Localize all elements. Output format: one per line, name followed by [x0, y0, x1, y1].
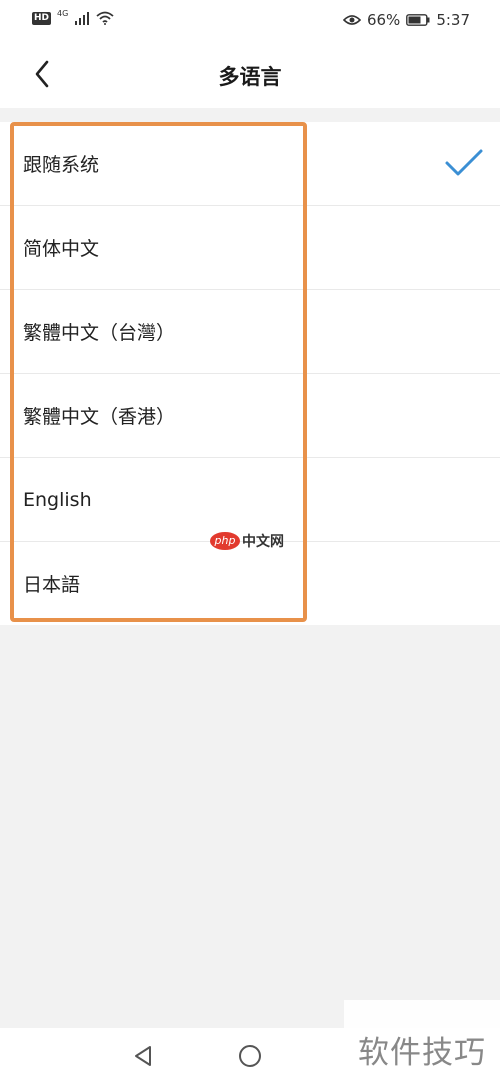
status-right: 66% 5:37 — [342, 11, 470, 29]
php-logo: php — [210, 532, 240, 550]
nav-home-icon[interactable] — [236, 1042, 264, 1070]
battery-icon — [406, 14, 430, 26]
eye-comfort-icon — [342, 15, 361, 25]
corner-watermark-text: 软件技巧 — [358, 1035, 486, 1071]
network-type: 4G — [57, 8, 69, 18]
status-bar: HD 4G 66% 5:37 — [0, 0, 500, 42]
signal-icon — [75, 12, 90, 25]
nav-back-icon[interactable] — [130, 1042, 158, 1070]
php-watermark: php 中文网 — [210, 531, 284, 551]
php-watermark-text: 中文网 — [242, 534, 284, 550]
language-option-simplified-chinese[interactable]: 简体中文 — [0, 206, 500, 290]
language-option-follow-system[interactable]: 跟随系统 — [0, 122, 500, 206]
corner-watermark: 软件技巧 — [344, 1000, 500, 1084]
language-option-label: 日本語 — [23, 574, 81, 596]
language-option-label: English — [23, 488, 92, 511]
status-left: HD 4G — [32, 8, 114, 25]
page-title: 多语言 — [218, 65, 282, 89]
language-option-label: 跟随系统 — [23, 154, 100, 176]
checkmark-icon — [445, 149, 483, 176]
language-option-traditional-chinese-hongkong[interactable]: 繁體中文（香港） — [0, 374, 500, 458]
language-option-label: 繁體中文（台灣） — [23, 322, 176, 344]
language-option-japanese[interactable]: 日本語 — [0, 542, 500, 625]
battery-percent: 66% — [366, 11, 401, 29]
app-header: 多语言 — [0, 42, 500, 108]
clock: 5:37 — [436, 11, 470, 29]
hd-badge: HD — [32, 11, 52, 25]
wifi-icon — [96, 11, 114, 25]
language-option-label: 简体中文 — [23, 238, 100, 260]
language-option-traditional-chinese-taiwan[interactable]: 繁體中文（台灣） — [0, 290, 500, 374]
language-option-english[interactable]: English — [0, 458, 500, 542]
language-option-label: 繁體中文（香港） — [23, 406, 176, 428]
